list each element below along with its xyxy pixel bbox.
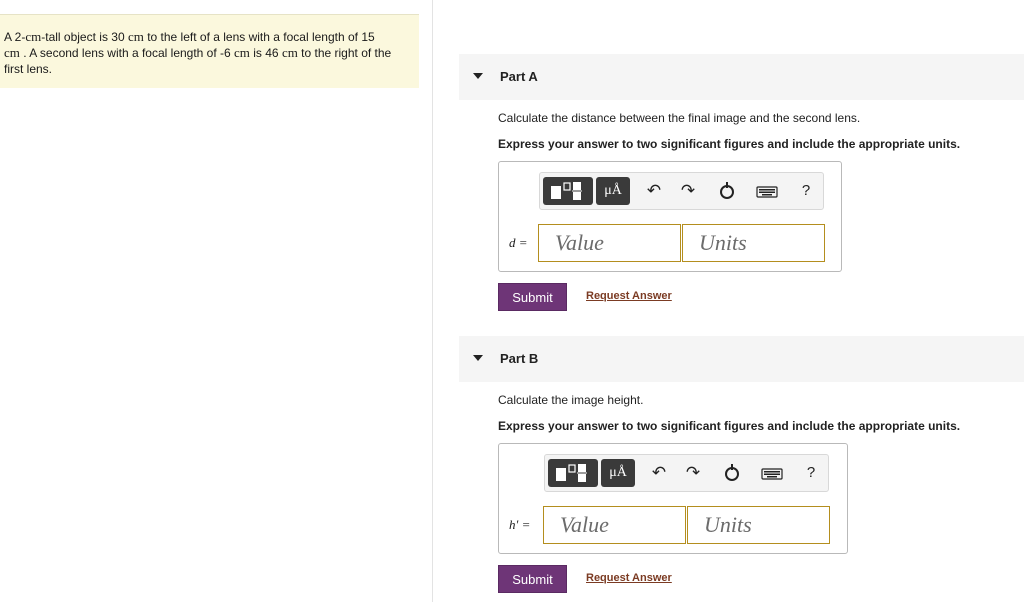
templates-icon (556, 464, 587, 482)
problem-text: -tall object is 30 (41, 30, 128, 44)
request-answer-link[interactable]: Request Answer (586, 572, 672, 584)
units-input[interactable]: Units (687, 506, 830, 544)
submit-button[interactable]: Submit (498, 565, 567, 593)
math-toolbar: μÅ ↶ ↷ ? (539, 172, 824, 210)
units-button[interactable]: μÅ (596, 177, 630, 205)
unit-cm: cm (25, 29, 42, 44)
keyboard-icon[interactable] (760, 461, 784, 485)
templates-icon (551, 182, 582, 200)
variable-label: h′ = (509, 517, 531, 532)
units-input[interactable]: Units (682, 224, 825, 262)
unit-cm: cm (281, 45, 298, 60)
problem-text: to the left of a lens with a focal lengt… (143, 30, 375, 44)
part-a-title: Part A (500, 69, 538, 84)
collapse-triangle-icon[interactable] (473, 73, 483, 79)
undo-icon[interactable]: ↶ (649, 461, 669, 485)
help-icon[interactable]: ? (796, 179, 816, 203)
part-a-instruction: Express your answer to two significant f… (498, 137, 961, 151)
units-button[interactable]: μÅ (601, 459, 635, 487)
unit-cm: cm (127, 29, 144, 44)
part-a-header[interactable]: Part A (459, 54, 1024, 100)
redo-icon[interactable]: ↷ (683, 461, 703, 485)
unit-cm: cm (4, 45, 20, 60)
part-b-title: Part B (500, 351, 539, 366)
templates-button[interactable] (548, 459, 598, 487)
column-divider (432, 0, 433, 602)
part-a-question: Calculate the distance between the final… (498, 111, 861, 125)
problem-text: . A second lens with a focal length of -… (19, 46, 235, 60)
value-input[interactable]: Value (543, 506, 686, 544)
part-b-question: Calculate the image height. (498, 393, 644, 407)
unit-cm: cm (234, 45, 250, 60)
math-toolbar: μÅ ↶ ↷ ? (544, 454, 829, 492)
collapse-triangle-icon[interactable] (473, 355, 483, 361)
value-input[interactable]: Value (538, 224, 681, 262)
keyboard-icon[interactable] (755, 179, 779, 203)
request-answer-link[interactable]: Request Answer (586, 290, 672, 302)
part-a-answer-box: μÅ ↶ ↷ ? d = Value Units (498, 161, 842, 272)
reset-icon[interactable] (722, 461, 742, 485)
redo-icon[interactable]: ↷ (678, 179, 698, 203)
templates-button[interactable] (543, 177, 593, 205)
part-b-header[interactable]: Part B (459, 336, 1024, 382)
part-b-answer-box: μÅ ↶ ↷ ? h′ = Value Units (498, 443, 848, 554)
submit-button[interactable]: Submit (498, 283, 567, 311)
variable-label: d = (509, 235, 528, 250)
problem-text: A 2- (4, 30, 26, 44)
part-b-instruction: Express your answer to two significant f… (498, 419, 961, 433)
undo-icon[interactable]: ↶ (644, 179, 664, 203)
reset-icon[interactable] (717, 179, 737, 203)
problem-statement: A 2-cm-tall object is 30 cm to the left … (0, 14, 419, 88)
problem-text: is 46 (249, 46, 282, 60)
help-icon[interactable]: ? (801, 461, 821, 485)
